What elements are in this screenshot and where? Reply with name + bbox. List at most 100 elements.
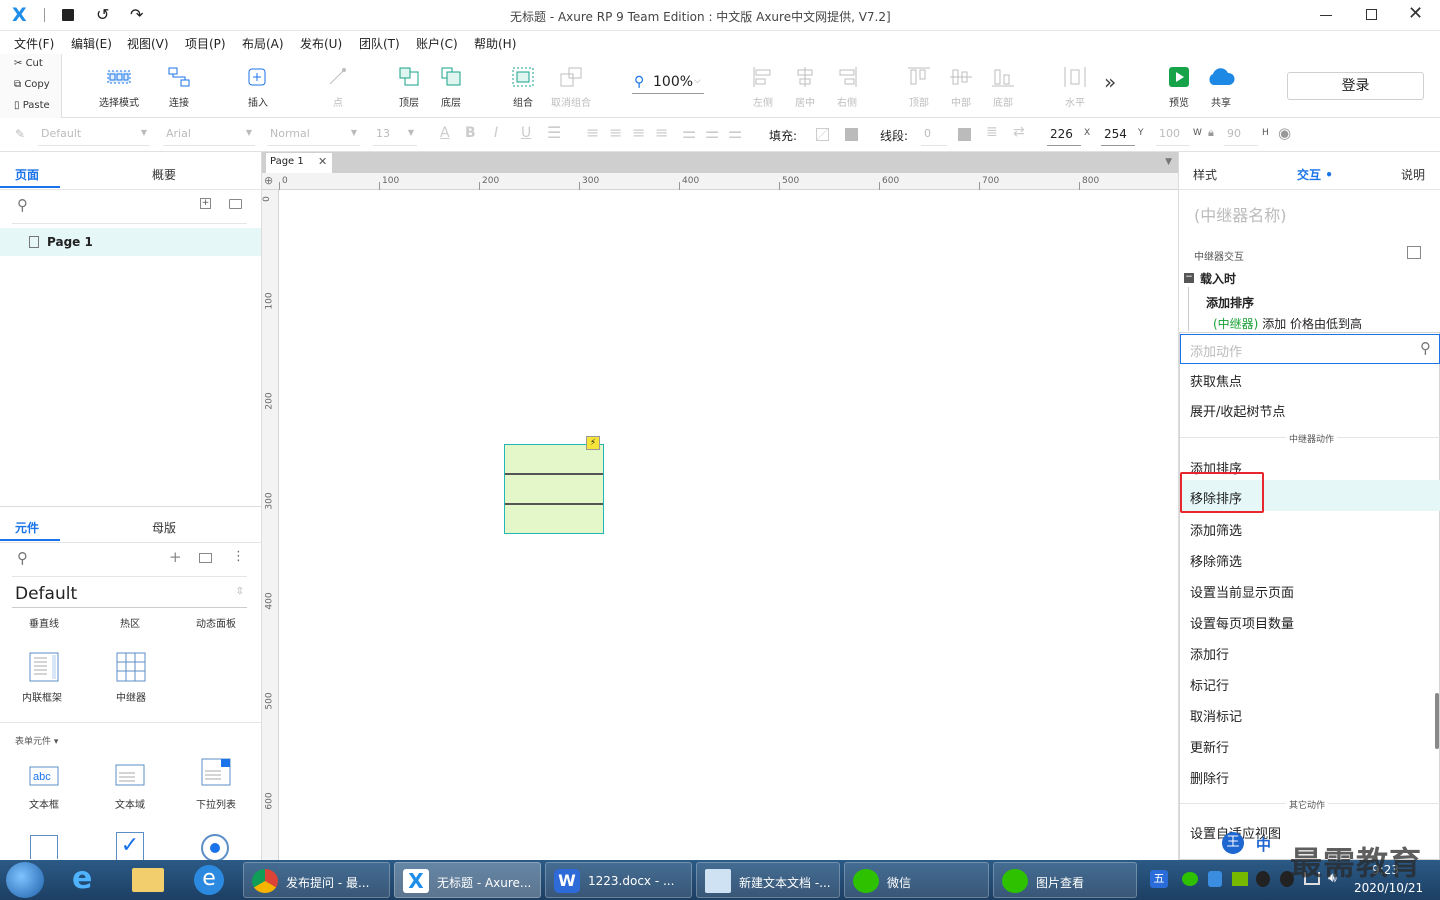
action-detail[interactable]: (中继器) 添加 价格由低到高 <box>1213 315 1362 332</box>
widget-text-field[interactable]: abc 文本框 <box>22 764 72 814</box>
align-text-left-icon[interactable]: ≡ <box>586 123 599 142</box>
distribute-horizontal-button[interactable]: 水平 <box>1047 62 1103 109</box>
widget-vertical-line[interactable]: 垂直线 <box>29 615 59 630</box>
action-item[interactable]: 移除筛选 <box>1190 551 1242 570</box>
case-action-title[interactable]: 添加排序 <box>1206 294 1254 311</box>
align-text-top-icon[interactable]: ⚌ <box>682 123 696 142</box>
explorer-icon[interactable] <box>132 868 164 892</box>
widget-name-input[interactable]: (中继器名称) <box>1194 202 1287 226</box>
point-button[interactable]: 点 <box>310 62 366 109</box>
ungroup-button[interactable]: 取消组合 <box>543 62 599 109</box>
widget-dropdown-list[interactable]: 下拉列表 <box>193 758 243 814</box>
taskbar-image-viewer[interactable]: 图片查看 <box>993 862 1137 898</box>
expand-panel-icon[interactable] <box>1407 246 1421 259</box>
lock-icon[interactable]: 🔒︎ <box>1208 126 1214 140</box>
minimize-button[interactable] <box>1320 15 1332 16</box>
menu-file[interactable]: 文件(F) <box>14 35 54 52</box>
font-color-icon[interactable]: A <box>440 125 450 141</box>
justify-text-icon[interactable]: ≡ <box>655 123 668 142</box>
widget-list-box-icon[interactable] <box>30 835 58 859</box>
form-widgets-section[interactable]: 表单元件 ▾ <box>15 734 58 747</box>
add-library-icon[interactable]: + <box>169 548 182 566</box>
start-button[interactable] <box>6 862 44 898</box>
fill-shadow-swatch[interactable] <box>845 128 858 141</box>
tab-outline[interactable]: 概要 <box>152 166 176 183</box>
page-tab[interactable]: Page 1 ✕ <box>266 153 332 173</box>
page-search-icon[interactable]: ⚲ <box>17 196 28 214</box>
security-tray-icon[interactable] <box>1208 871 1222 887</box>
close-button[interactable]: ✕ <box>1408 3 1423 24</box>
widget-dynamic-panel[interactable]: 动态面板 <box>196 615 236 630</box>
menu-publish[interactable]: 发布(U) <box>300 35 342 52</box>
widget-text-area[interactable]: 文本域 <box>108 764 158 814</box>
copy-button[interactable]: ⧉ Copy <box>14 79 50 90</box>
more-options-icon[interactable]: ⋮ <box>232 549 245 564</box>
action-item[interactable]: 删除行 <box>1190 768 1229 787</box>
line-style-icon[interactable]: ≣ <box>986 124 998 140</box>
action-item[interactable]: 添加筛选 <box>1190 520 1242 539</box>
tab-style[interactable]: 样式 <box>1193 166 1217 183</box>
action-item[interactable]: 标记行 <box>1190 675 1229 694</box>
align-text-right-icon[interactable]: ≡ <box>632 123 645 142</box>
qq-tray-icon[interactable] <box>1256 871 1270 887</box>
menu-edit[interactable]: 编辑(E) <box>71 35 112 52</box>
menu-team[interactable]: 团队(T) <box>359 35 400 52</box>
action-item[interactable]: 取消标记 <box>1190 706 1242 725</box>
collapse-minus-icon[interactable]: − <box>1184 273 1194 283</box>
widget-checkbox-icon[interactable]: ✓ <box>116 832 144 860</box>
add-folder-icon[interactable] <box>229 199 242 209</box>
action-item[interactable]: 设置当前显示页面 <box>1190 582 1294 601</box>
align-right-button[interactable]: 右侧 <box>819 62 875 109</box>
repeater-widget[interactable] <box>504 444 604 534</box>
redo-icon[interactable]: ↷ <box>130 5 143 24</box>
select-mode-button[interactable]: 选择模式 <box>91 62 147 109</box>
taskbar-axure[interactable]: X 无标题 - Axure... <box>394 862 541 898</box>
y-input[interactable]: 254 <box>1101 124 1135 146</box>
visibility-eye-icon[interactable]: ◉ <box>1278 124 1291 142</box>
menu-view[interactable]: 视图(V) <box>127 35 169 52</box>
ie-icon[interactable]: e <box>72 864 104 896</box>
bullet-list-icon[interactable]: ☰ <box>547 123 561 142</box>
taskbar-notepad[interactable]: 新建文本文档 -... <box>696 862 840 898</box>
height-input[interactable]: 90 <box>1224 124 1258 146</box>
width-input[interactable]: 100 <box>1156 124 1190 146</box>
ime-icon[interactable]: 五 <box>1150 870 1168 888</box>
ie-alt-icon[interactable]: e <box>194 865 224 895</box>
connect-button[interactable]: 连接 <box>151 62 207 109</box>
library-select[interactable]: Default ⇳ <box>12 582 247 608</box>
menu-help[interactable]: 帮助(H) <box>474 35 516 52</box>
login-button[interactable]: 登录 <box>1287 72 1424 100</box>
line-width-input[interactable]: 0 <box>921 124 947 146</box>
widget-repeater[interactable]: 中继器 <box>112 652 156 704</box>
add-page-icon[interactable]: + <box>200 198 211 209</box>
library-copy-icon[interactable] <box>199 553 212 563</box>
paste-button[interactable]: ▯ Paste <box>14 100 50 111</box>
menu-layout[interactable]: 布局(A) <box>242 35 284 52</box>
tab-notes[interactable]: 说明 <box>1401 166 1425 183</box>
menu-account[interactable]: 账户(C) <box>416 35 458 52</box>
x-input[interactable]: 226 <box>1047 124 1081 146</box>
align-bottom-button[interactable]: 底部 <box>975 62 1031 109</box>
tab-interactions[interactable]: 交互 • <box>1297 166 1333 183</box>
arrow-style-icon[interactable]: ⇄ <box>1013 124 1025 140</box>
widget-radio-icon[interactable] <box>201 834 229 862</box>
event-on-load[interactable]: 载入时 <box>1200 270 1236 287</box>
action-item[interactable]: 展开/收起树节点 <box>1190 401 1285 420</box>
fill-color-swatch[interactable] <box>816 128 829 141</box>
font-weight-select[interactable]: Normal ▼ <box>267 124 360 146</box>
add-action-search[interactable]: 添加动作 ⚲ <box>1180 334 1440 364</box>
interaction-lightning-icon[interactable]: ⚡ <box>586 436 600 450</box>
cut-button[interactable]: ✂ Cut <box>14 58 43 69</box>
tab-pages[interactable]: 页面 <box>15 166 39 183</box>
action-item[interactable]: 更新行 <box>1190 737 1229 756</box>
line-color-swatch[interactable] <box>958 128 971 141</box>
style-select[interactable]: Default ▼ <box>38 124 150 146</box>
taskbar-chrome[interactable]: 发布提问 - 最... <box>243 862 390 898</box>
close-tab-icon[interactable]: ✕ <box>318 155 327 168</box>
underline-icon[interactable]: U <box>521 125 531 141</box>
more-tools-button[interactable]: » <box>1104 70 1116 94</box>
font-select[interactable]: Arial ▼ <box>163 124 255 146</box>
save-icon[interactable] <box>62 9 74 21</box>
dropdown-scrollbar[interactable] <box>1435 693 1439 749</box>
share-button[interactable]: 共享 <box>1193 62 1249 109</box>
